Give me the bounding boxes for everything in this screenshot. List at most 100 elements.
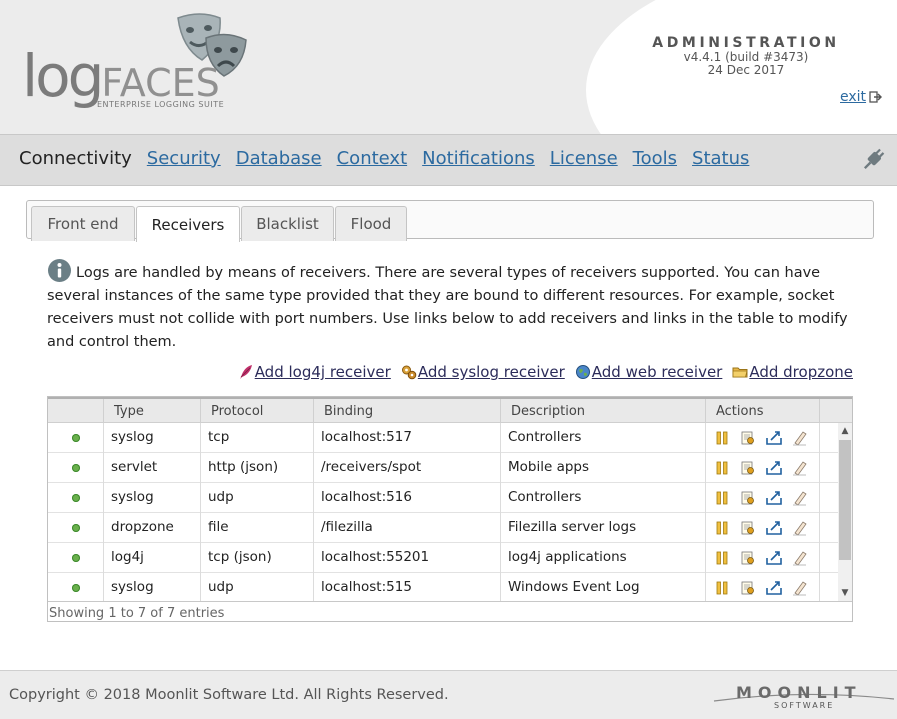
status-ok-icon (72, 584, 80, 592)
description-cell[interactable]: Controllers (501, 423, 706, 453)
view-log-icon[interactable] (740, 430, 756, 446)
erase-icon[interactable] (792, 430, 808, 446)
export-icon[interactable] (766, 580, 782, 596)
export-icon[interactable] (766, 550, 782, 566)
receivers-table: Type Protocol Binding Description Action… (47, 396, 853, 622)
view-log-icon[interactable] (740, 460, 756, 476)
binding-cell[interactable]: localhost:515 (314, 573, 501, 601)
table-row[interactable]: servlet http (json)/receivers/spot Mobile … (48, 453, 838, 483)
nav-item-security[interactable]: Security (147, 148, 221, 169)
plug-icon[interactable] (860, 145, 888, 173)
type-cell: syslog (104, 573, 201, 601)
header: logFACES ENTERPRISE LOGGING SUITE ADMINI… (0, 0, 897, 134)
nav-item-database[interactable]: Database (236, 148, 322, 169)
table-row[interactable]: dropzone file/filezilla Filezilla server l… (48, 513, 838, 543)
copyright-text: Copyright © 2018 Moonlit Software Ltd. A… (9, 687, 449, 703)
binding-cell[interactable]: localhost:517 (314, 423, 501, 453)
scroll-thumb[interactable] (839, 440, 851, 560)
actions-cell (706, 483, 820, 513)
table-row[interactable]: syslog udp localhost:516 Controllers (48, 483, 838, 513)
view-log-icon[interactable] (740, 580, 756, 596)
erase-icon[interactable] (792, 490, 808, 506)
export-icon[interactable] (766, 460, 782, 476)
erase-icon[interactable] (792, 550, 808, 566)
status-ok-icon (72, 434, 80, 442)
description-cell[interactable]: Filezilla server logs (501, 513, 706, 543)
moonlit-logo: MOONLIT SOFTWARE (712, 681, 897, 717)
add-syslog-link[interactable]: Add syslog receiver (401, 363, 565, 381)
nav-item-status[interactable]: Status (692, 148, 749, 169)
erase-icon[interactable] (792, 580, 808, 596)
status-cell (48, 573, 104, 601)
pause-icon[interactable] (714, 490, 730, 506)
add-log4j-link[interactable]: Add log4j receiver (238, 363, 391, 381)
pause-icon[interactable] (714, 580, 730, 596)
actions-cell (706, 543, 820, 573)
moonlit-subtitle: SOFTWARE (774, 701, 835, 710)
tab-flood[interactable]: Flood (335, 206, 407, 241)
type-cell: syslog (104, 483, 201, 513)
tab-receivers[interactable]: Receivers (136, 206, 240, 242)
binding-cell[interactable]: localhost:55201 (314, 543, 501, 573)
add-web-link[interactable]: Add web receiver (575, 363, 722, 381)
logfaces-logo: logFACES ENTERPRISE LOGGING SUITE (22, 10, 262, 120)
protocol-cell: http (json) (201, 453, 314, 483)
description-cell[interactable]: Controllers (501, 483, 706, 513)
column-header-type[interactable]: Type (104, 399, 201, 424)
nav-item-connectivity[interactable]: Connectivity (19, 148, 132, 169)
export-icon[interactable] (766, 430, 782, 446)
column-header-description[interactable]: Description (501, 399, 706, 424)
table-scrollbar[interactable]: ▲ ▼ (838, 423, 852, 601)
add-receiver-links: Add log4j receiver Add syslog receiver A… (238, 363, 853, 381)
description-cell[interactable]: log4j applications (501, 543, 706, 573)
scroll-down-arrow-icon[interactable]: ▼ (838, 586, 852, 600)
type-cell: dropzone (104, 513, 201, 543)
actions-cell (706, 573, 820, 601)
binding-cell[interactable]: /receivers/spot (314, 453, 501, 483)
tab-blacklist[interactable]: Blacklist (241, 206, 334, 241)
pause-icon[interactable] (714, 520, 730, 536)
logo-tagline: ENTERPRISE LOGGING SUITE (97, 100, 225, 109)
nav-item-notifications[interactable]: Notifications (422, 148, 535, 169)
globe-icon (575, 365, 590, 379)
description-cell[interactable]: Mobile apps (501, 453, 706, 483)
tab-front-end[interactable]: Front end (31, 206, 135, 241)
pause-icon[interactable] (714, 550, 730, 566)
protocol-cell: tcp (json) (201, 543, 314, 573)
protocol-cell: udp (201, 573, 314, 601)
main-nav: Connectivity Security Database Context N… (0, 134, 897, 186)
exit-link[interactable]: exit (840, 89, 883, 105)
export-icon[interactable] (766, 520, 782, 536)
erase-icon[interactable] (792, 460, 808, 476)
erase-icon[interactable] (792, 520, 808, 536)
view-log-icon[interactable] (740, 550, 756, 566)
scroll-up-arrow-icon[interactable]: ▲ (838, 424, 852, 438)
status-ok-icon (72, 554, 80, 562)
binding-cell[interactable]: /filezilla (314, 513, 501, 543)
view-log-icon[interactable] (740, 520, 756, 536)
add-dropzone-link[interactable]: Add dropzone (732, 363, 853, 381)
table-row[interactable]: syslog tcp localhost:517 Controllers (48, 423, 838, 453)
pause-icon[interactable] (714, 460, 730, 476)
export-icon[interactable] (766, 490, 782, 506)
nav-item-license[interactable]: License (550, 148, 618, 169)
table-row[interactable]: log4j tcp (json) localhost:55201 log4j appl… (48, 543, 838, 573)
protocol-cell: file (201, 513, 314, 543)
view-log-icon[interactable] (740, 490, 756, 506)
column-header-binding[interactable]: Binding (314, 399, 501, 424)
binding-cell[interactable]: localhost:516 (314, 483, 501, 513)
column-header-protocol[interactable]: Protocol (201, 399, 314, 424)
info-paragraph: Logs are handled by means of receivers. … (47, 258, 855, 354)
table-body: syslog tcp localhost:517 Controllers servlet… (48, 423, 838, 601)
nav-item-tools[interactable]: Tools (633, 148, 677, 169)
description-cell[interactable]: Windows Event Log (501, 573, 706, 601)
status-cell (48, 423, 104, 453)
protocol-cell: udp (201, 483, 314, 513)
actions-cell (706, 513, 820, 543)
column-header-actions: Actions (706, 399, 820, 424)
info-icon (48, 259, 71, 282)
nav-item-context[interactable]: Context (337, 148, 408, 169)
pause-icon[interactable] (714, 430, 730, 446)
table-row[interactable]: syslog udp localhost:515 Windows Event Log (48, 573, 838, 601)
column-header-status[interactable] (48, 399, 104, 424)
